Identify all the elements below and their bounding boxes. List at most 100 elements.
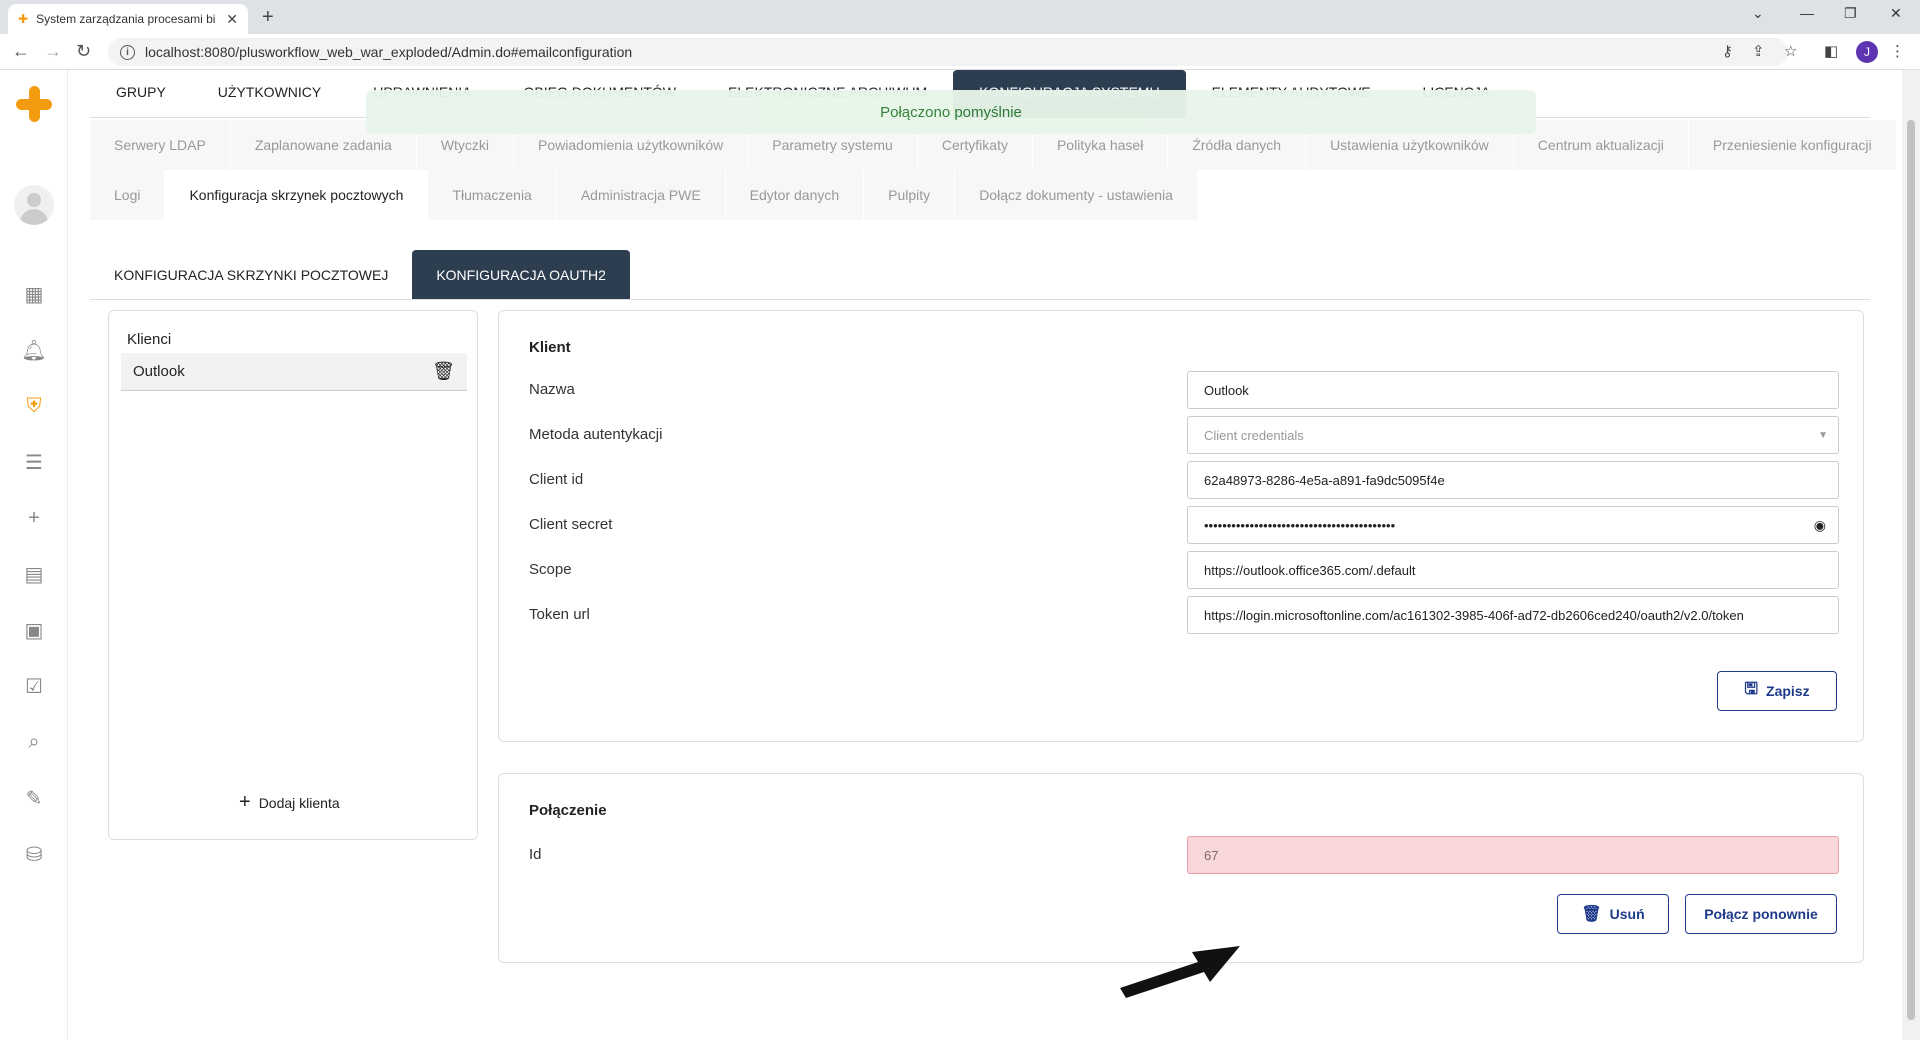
menu-dots-icon[interactable]: ⋮	[1890, 42, 1905, 60]
search-icon[interactable]: ⌕	[20, 728, 48, 756]
scrollbar-thumb[interactable]	[1907, 120, 1915, 1020]
key-icon[interactable]: ⚷	[1722, 42, 1733, 60]
auth-method-label: Metoda autentykacji	[529, 426, 663, 443]
browser-tab[interactable]: ✚ System zarządzania procesami bi ✕	[8, 4, 248, 34]
client-list-item[interactable]: Outlook 🗑︎	[121, 353, 467, 391]
page-scrollbar[interactable]	[1902, 70, 1920, 1040]
app-sidebar: ▦ 🔔︎ ⛨ ☰ + ▤ ▣ ☑ ⌕ ✎ ⛁	[0, 70, 68, 1040]
shield-icon[interactable]: ⛨	[20, 392, 48, 420]
reload-icon[interactable]: ↻	[76, 41, 91, 62]
browser-toolbar: ← → ↻ i localhost:8080/plusworkflow_web_…	[0, 34, 1920, 70]
subtab-translations[interactable]: Tłumaczenia	[428, 170, 557, 220]
add-client-button[interactable]: + Dodaj klienta	[239, 791, 340, 814]
edit-icon[interactable]: ✎	[20, 784, 48, 812]
user-avatar[interactable]	[14, 185, 54, 225]
back-icon[interactable]: ←	[12, 41, 30, 62]
subtab-logs[interactable]: Logi	[90, 170, 166, 220]
scope-value: https://outlook.office365.com/.default	[1204, 562, 1416, 578]
success-toast: Połączono pomyślnie	[366, 90, 1536, 134]
plus-icon: +	[239, 791, 251, 813]
name-input[interactable]: Outlook	[1187, 371, 1839, 409]
client-section-title: Klient	[529, 339, 571, 356]
connection-panel: Połączenie Id 67 🗑︎ Usuń Połącz ponownie	[498, 773, 1864, 963]
main-content: GRUPY UŻYTKOWNICY UPRAWNIENIA OBIEG DOKU…	[68, 70, 1902, 1040]
chevron-down-icon: ▼	[1818, 429, 1828, 441]
delete-label: Usuń	[1609, 906, 1645, 922]
forward-icon[interactable]: →	[44, 41, 62, 62]
name-value: Outlook	[1204, 382, 1249, 398]
token-url-label: Token url	[529, 606, 590, 623]
client-form-panel: Klient Nazwa Outlook Metoda autentykacji…	[498, 310, 1864, 742]
database-icon[interactable]: ⛁	[20, 840, 48, 868]
tab-mailbox-configuration[interactable]: KONFIGURACJA SKRZYNKI POCZTOWEJ	[90, 250, 412, 299]
connection-section-title: Połączenie	[529, 802, 607, 819]
clients-title: Klienci	[127, 331, 172, 348]
clipboard-check-icon[interactable]: ☑	[20, 672, 48, 700]
profile-avatar[interactable]: J	[1856, 41, 1878, 63]
trash-icon: 🗑︎	[1581, 906, 1602, 923]
token-url-value: https://login.microsoftonline.com/ac1613…	[1204, 607, 1744, 623]
bookmark-star-icon[interactable]: ☆	[1784, 42, 1797, 60]
save-label: Zapisz	[1766, 683, 1810, 699]
eye-icon[interactable]: ◉	[1814, 517, 1826, 534]
document-list-icon[interactable]: ☰	[20, 448, 48, 476]
side-panel-icon[interactable]: ◧	[1824, 42, 1838, 60]
subtab-update-center[interactable]: Centrum aktualizacji	[1513, 120, 1689, 170]
tab-title: System zarządzania procesami bi	[36, 12, 216, 26]
name-label: Nazwa	[529, 381, 575, 398]
subtab-mailbox-config[interactable]: Konfiguracja skrzynek pocztowych	[165, 170, 429, 220]
tab-close-icon[interactable]: ✕	[226, 11, 238, 28]
token-url-input[interactable]: https://login.microsoftonline.com/ac1613…	[1187, 596, 1839, 634]
new-tab-button[interactable]: +	[262, 6, 274, 29]
system-config-subtabs: Serwery LDAP Zaplanowane zadania Wtyczki…	[90, 120, 1897, 220]
tab-oauth2-configuration[interactable]: KONFIGURACJA OAUTH2	[412, 250, 630, 299]
client-item-label: Outlook	[133, 363, 185, 380]
reconnect-label: Połącz ponownie	[1704, 906, 1818, 922]
restore-icon[interactable]: ❐	[1844, 5, 1857, 22]
id-label: Id	[529, 846, 542, 863]
auth-method-value: Client credentials	[1204, 427, 1304, 443]
delete-button[interactable]: 🗑︎ Usuń	[1557, 894, 1669, 934]
scope-label: Scope	[529, 561, 572, 578]
app-logo[interactable]	[16, 86, 52, 122]
client-id-input[interactable]: 62a48973-8286-4e5a-a891-fa9dc5095f4e	[1187, 461, 1839, 499]
close-window-icon[interactable]: ✕	[1890, 5, 1902, 22]
browser-tab-bar: ✚ System zarządzania procesami bi ✕ + ⌄ …	[0, 0, 1920, 34]
document-icon[interactable]: ▤	[20, 560, 48, 588]
bell-icon[interactable]: 🔔︎	[20, 336, 48, 364]
scope-input[interactable]: https://outlook.office365.com/.default	[1187, 551, 1839, 589]
connection-id-input[interactable]: 67	[1187, 836, 1839, 874]
tab-search-icon[interactable]: ⌄	[1752, 5, 1764, 22]
url-text: localhost:8080/plusworkflow_web_war_expl…	[145, 44, 633, 60]
mailbox-inner-tabs: KONFIGURACJA SKRZYNKI POCZTOWEJ KONFIGUR…	[90, 250, 1870, 300]
dashboard-grid-icon[interactable]: ▦	[20, 280, 48, 308]
share-icon[interactable]: ⇪	[1752, 42, 1765, 60]
subtab-dashboards[interactable]: Pulpity	[864, 170, 956, 220]
address-bar[interactable]: i localhost:8080/plusworkflow_web_war_ex…	[108, 38, 1788, 66]
client-secret-value: ••••••••••••••••••••••••••••••••••••••••…	[1204, 517, 1396, 533]
auth-method-select[interactable]: Client credentials ▼	[1187, 416, 1839, 454]
tab-users[interactable]: UŻYTKOWNICY	[192, 70, 347, 118]
plus-icon[interactable]: +	[20, 504, 48, 532]
minimize-icon[interactable]: —	[1800, 5, 1814, 21]
reconnect-button[interactable]: Połącz ponownie	[1685, 894, 1837, 934]
annotation-arrow-icon	[1120, 946, 1240, 998]
add-client-label: Dodaj klienta	[258, 794, 340, 811]
tab-groups[interactable]: GRUPY	[90, 70, 192, 118]
subtab-attach-documents-settings[interactable]: Dołącz dokumenty - ustawienia	[955, 170, 1198, 220]
subtab-data-editor[interactable]: Edytor danych	[725, 170, 865, 220]
subtab-ldap[interactable]: Serwery LDAP	[90, 120, 231, 170]
client-secret-label: Client secret	[529, 516, 613, 533]
client-id-value: 62a48973-8286-4e5a-a891-fa9dc5095f4e	[1204, 472, 1445, 488]
client-id-label: Client id	[529, 471, 584, 488]
subtab-pwe-admin[interactable]: Administracja PWE	[556, 170, 726, 220]
connection-id-value: 67	[1204, 847, 1219, 863]
info-icon[interactable]: i	[120, 44, 135, 60]
favicon-icon: ✚	[18, 12, 29, 26]
subtabs-row-2: Logi Konfiguracja skrzynek pocztowych Tł…	[90, 170, 1870, 220]
trash-icon[interactable]: 🗑︎	[432, 361, 455, 382]
layout-icon[interactable]: ▣	[20, 616, 48, 644]
subtab-config-transfer[interactable]: Przeniesienie konfiguracji	[1688, 120, 1897, 170]
save-button[interactable]: 🖫 Zapisz	[1717, 671, 1837, 711]
client-secret-input[interactable]: ••••••••••••••••••••••••••••••••••••••••…	[1187, 506, 1839, 544]
